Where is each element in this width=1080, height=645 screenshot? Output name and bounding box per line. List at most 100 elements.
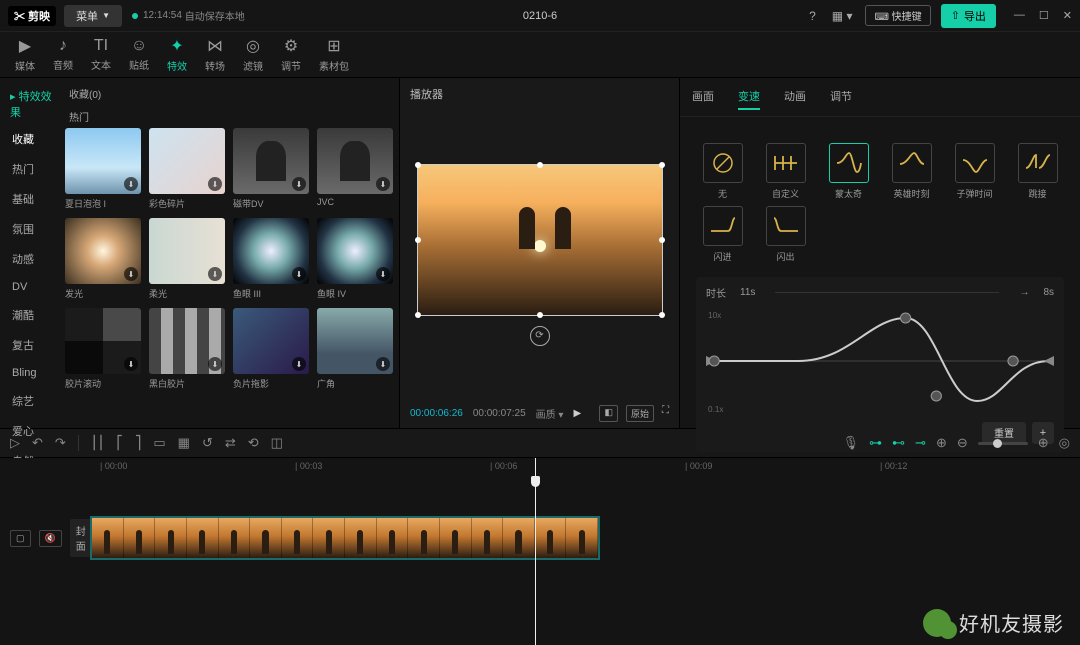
download-icon[interactable]: ⬇ [124,357,138,371]
category-热门[interactable]: 热门 [0,154,65,184]
toptab-转场[interactable]: ⋈转场 [196,36,234,73]
preset-跳接[interactable]: 跳接 [1011,143,1064,200]
close-icon[interactable]: ✕ [1063,9,1072,22]
mic-icon[interactable]: 🎙 [843,435,860,451]
tab-icon: ♪ [59,37,67,55]
video-clip[interactable] [90,516,600,560]
category-DV[interactable]: DV [0,274,65,300]
download-icon[interactable]: ⬇ [208,357,222,371]
reverse-icon[interactable]: ↺ [202,435,213,451]
zoom-slider[interactable] [978,442,1028,445]
rotate-icon[interactable]: ⟲ [248,435,259,451]
effect-发光[interactable]: ⬇发光 [65,218,141,300]
undo-icon[interactable]: ↶ [32,435,43,451]
freeze-icon[interactable]: ▦ [178,435,190,451]
preset-子弹时间[interactable]: 子弹时间 [948,143,1001,200]
toptab-特效[interactable]: ✦特效 [158,36,196,73]
download-icon[interactable]: ⬇ [292,357,306,371]
download-icon[interactable]: ⬇ [376,177,390,191]
pointer-tool-icon[interactable]: ▷ [10,435,20,451]
redo-icon[interactable]: ↷ [55,435,66,451]
zoom-out-icon[interactable]: ⊖ [957,435,968,451]
category-潮酷[interactable]: 潮酷 [0,300,65,330]
tab-icon: ✦ [170,36,183,56]
split-icon[interactable]: ⎮⎮ [91,435,105,451]
track-toggle-icon[interactable]: ⊕ [936,435,947,451]
maximize-icon[interactable]: ☐ [1039,9,1049,22]
effect-鱼眼 IV[interactable]: ⬇鱼眼 IV [317,218,393,300]
ratio-button[interactable]: 原始 [626,405,654,422]
effect-夏日泡泡 I[interactable]: ⬇夏日泡泡 I [65,128,141,210]
category-复古[interactable]: 复古 [0,330,65,360]
shortcuts-button[interactable]: ⌨ 快捷键 [865,5,930,26]
mute-icon[interactable]: 🔇 [39,530,62,547]
effect-JVC[interactable]: ⬇JVC [317,128,393,210]
toptab-文本[interactable]: TI文本 [82,37,120,72]
download-icon[interactable]: ⬇ [292,177,306,191]
download-icon[interactable]: ⬇ [208,267,222,281]
toptab-媒体[interactable]: ▶媒体 [6,36,44,73]
toptab-贴纸[interactable]: ☺贴纸 [120,37,158,72]
toptab-音频[interactable]: ♪音频 [44,37,82,72]
download-icon[interactable]: ⬇ [208,177,222,191]
link-icon[interactable]: ⊷ [892,435,905,451]
preset-无[interactable]: 无 [696,143,749,200]
help-icon[interactable]: ? [806,6,819,26]
toptab-素材包[interactable]: ⊞素材包 [310,36,358,73]
preset-自定义[interactable]: 自定义 [759,143,812,200]
play-button[interactable]: ▶ [573,408,581,419]
download-icon[interactable]: ⬇ [376,357,390,371]
delete-right-icon[interactable]: ⎤ [135,435,142,451]
category-综艺[interactable]: 综艺 [0,386,65,416]
category-基础[interactable]: 基础 [0,184,65,214]
sync-icon[interactable]: ⟳ [530,326,550,346]
preset-蒙太奇[interactable]: 蒙太奇 [822,143,875,200]
effect-鱼眼 III[interactable]: ⬇鱼眼 III [233,218,309,300]
download-icon[interactable]: ⬇ [292,267,306,281]
mirror-icon[interactable]: ⇄ [225,435,236,451]
zoom-fit-icon[interactable]: ◎ [1059,435,1070,451]
preview-icon[interactable]: ⊸ [915,435,926,451]
snap-icon[interactable]: ⊶ [869,435,882,451]
right-tab-变速[interactable]: 变速 [738,84,760,110]
download-icon[interactable]: ⬇ [124,177,138,191]
crop-icon[interactable]: ◫ [271,435,283,451]
cover-button[interactable]: 封面 [70,519,92,557]
delete-left-icon[interactable]: ⎡ [116,435,123,451]
toptab-调节[interactable]: ⚙调节 [272,36,310,73]
effect-磁带DV[interactable]: ⬇磁带DV [233,128,309,210]
category-动感[interactable]: 动感 [0,244,65,274]
right-tab-画面[interactable]: 画面 [692,84,714,110]
layout-icon[interactable]: ▦ ▾ [829,6,856,26]
track-toggle-icon[interactable]: ▢ [10,530,31,547]
preset-闪出[interactable]: 闪出 [759,206,812,263]
effect-广角[interactable]: ⬇广角 [317,308,393,390]
right-tab-调节[interactable]: 调节 [830,84,852,110]
category-收藏[interactable]: 收藏 [0,124,65,154]
fullscreen-icon[interactable]: ⛶ [662,405,669,422]
download-icon[interactable]: ⬇ [124,267,138,281]
quality-label[interactable]: 画质 ▾ [536,406,564,421]
effect-黑白胶片[interactable]: ⬇黑白胶片 [149,308,225,390]
player-title: 播放器 [400,78,679,110]
category-氛围[interactable]: 氛围 [0,214,65,244]
zoom-in-icon[interactable]: ⊕ [1038,435,1049,451]
menu-button[interactable]: 菜单▼ [64,5,122,27]
export-button[interactable]: ⇧导出 [941,4,996,28]
minimize-icon[interactable]: — [1014,9,1025,22]
category-Bling[interactable]: Bling [0,360,65,386]
preset-英雄时刻[interactable]: 英雄时刻 [885,143,938,200]
speed-curve-graph[interactable]: 10x 0.1x [706,306,1054,416]
effect-负片拖影[interactable]: ⬇负片拖影 [233,308,309,390]
toptab-滤镜[interactable]: ◎滤镜 [234,36,272,73]
effect-彩色碎片[interactable]: ⬇彩色碎片 [149,128,225,210]
preset-闪进[interactable]: 闪进 [696,206,749,263]
compare-icon[interactable]: ◧ [599,405,618,422]
download-icon[interactable]: ⬇ [376,267,390,281]
video-preview[interactable] [417,164,663,316]
playhead[interactable] [535,458,536,645]
split-clip-icon[interactable]: ▭ [153,435,165,451]
effect-柔光[interactable]: ⬇柔光 [149,218,225,300]
right-tab-动画[interactable]: 动画 [784,84,806,110]
effect-胶片滚动[interactable]: ⬇胶片滚动 [65,308,141,390]
